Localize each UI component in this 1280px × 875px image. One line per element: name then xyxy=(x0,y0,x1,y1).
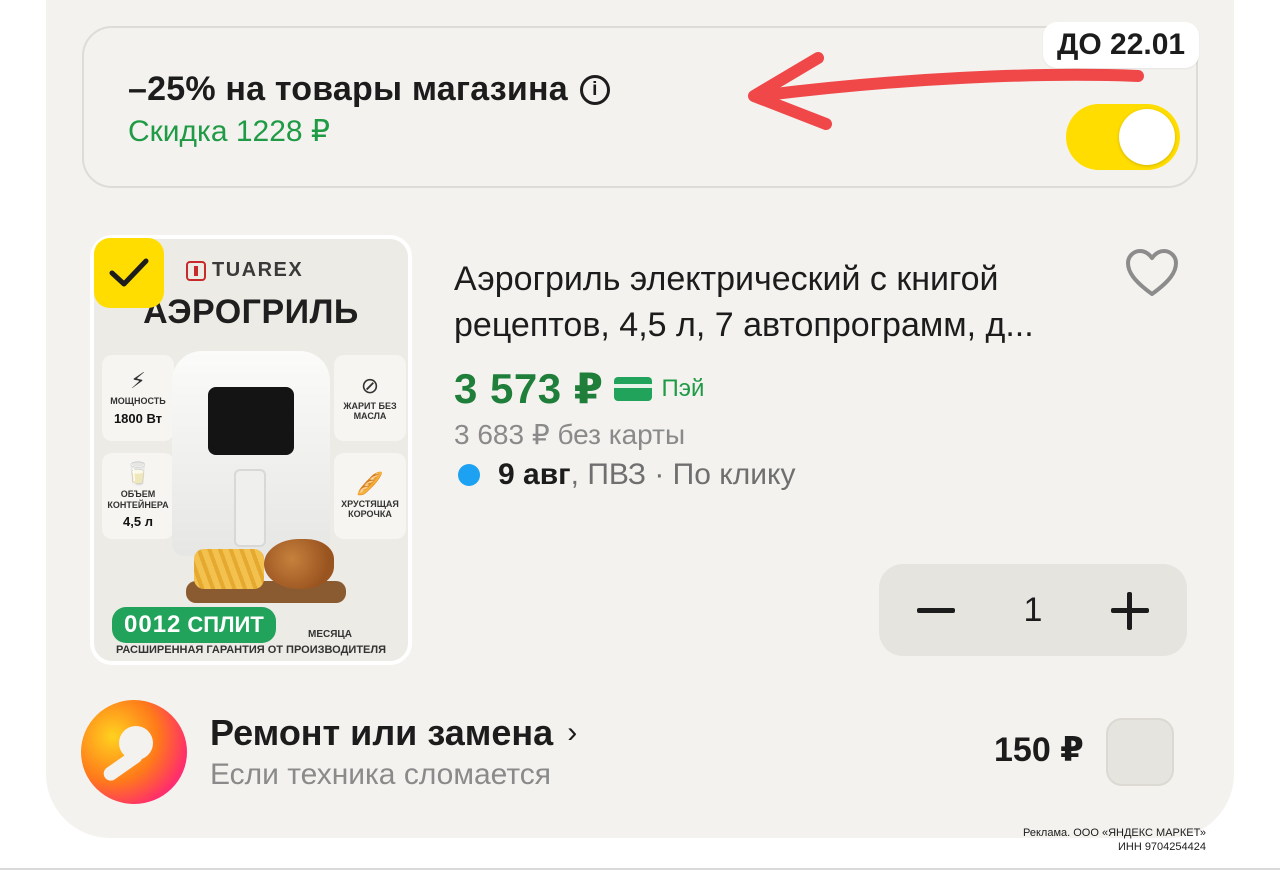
pay-label: Пэй xyxy=(661,374,705,402)
brand-mark-icon xyxy=(186,260,206,281)
payment-card-icon xyxy=(613,376,652,401)
quantity-stepper: 1 xyxy=(879,564,1187,656)
service-subtitle: Если техника сломается xyxy=(210,758,552,791)
split-badge: 0012 СПЛИТ xyxy=(112,607,276,643)
feature-volume: 🥛 ОБЪЕМ КОНТЕЙНЕРА 4,5 л xyxy=(102,453,174,539)
service-title-link[interactable]: Ремонт или замена › xyxy=(210,712,577,754)
promo-discount: Скидка 1228 ₽ xyxy=(128,115,331,148)
product-title[interactable]: Аэрогриль электрический с книгой рецепто… xyxy=(454,256,1104,348)
crust-icon: 🥖 xyxy=(356,470,384,496)
checkmark-icon xyxy=(109,258,149,287)
air-fryer-illustration xyxy=(172,351,330,556)
fryer-handle xyxy=(234,469,266,547)
lightning-icon: ⚡ xyxy=(130,368,146,394)
chicken-illustration xyxy=(264,539,334,589)
image-footer-warranty: РАСШИРЕННАЯ ГАРАНТИЯ ОТ ПРОИЗВОДИТЕЛЯ xyxy=(115,644,387,656)
price-row: 3 573 ₽ Пэй xyxy=(454,364,704,413)
fryer-control-panel xyxy=(208,387,294,455)
promo-title: –25% на товары магазина i xyxy=(128,70,610,109)
delivery-details: , ПВЗ · По клику xyxy=(570,458,796,491)
service-logo-icon xyxy=(81,700,187,804)
no-oil-icon: ⊘ xyxy=(360,372,380,398)
feature-crust: 🥖 ХРУСТЯЩАЯ КОРОЧКА xyxy=(334,453,406,539)
ad-disclaimer: Реклама. ООО «ЯНДЕКС МАРКЕТ» ИНН 9704254… xyxy=(1023,827,1206,853)
price-without-card: 3 683 ₽ без карты xyxy=(454,419,686,450)
promo-title-text: –25% на товары магазина xyxy=(128,70,568,108)
info-icon[interactable]: i xyxy=(579,74,610,105)
decrease-quantity-button[interactable] xyxy=(879,564,989,656)
bottom-divider xyxy=(0,868,1280,875)
promo-deadline-badge: ДО 22.01 xyxy=(1043,22,1200,68)
promo-toggle[interactable] xyxy=(1066,104,1180,170)
service-title: Ремонт или замена xyxy=(210,712,554,753)
delivery-date: 9 авг xyxy=(498,458,571,491)
quantity-value: 1 xyxy=(1023,591,1043,629)
select-item-checkbox[interactable] xyxy=(94,238,164,308)
image-footer-months: МЕСЯЦА xyxy=(308,629,352,640)
service-checkbox[interactable] xyxy=(1106,718,1174,786)
minus-icon xyxy=(917,608,955,613)
product-price: 3 573 ₽ xyxy=(454,365,604,412)
fries-illustration xyxy=(194,549,264,589)
service-price: 150 ₽ xyxy=(994,731,1084,769)
favorite-heart-icon[interactable] xyxy=(1124,247,1180,299)
feature-power: ⚡ МОЩНОСТЬ 1800 Вт xyxy=(102,355,174,441)
toggle-knob xyxy=(1119,109,1175,165)
increase-quantity-button[interactable] xyxy=(1077,564,1187,656)
delivery-status-dot xyxy=(458,464,480,486)
brand-name: TUAREX xyxy=(212,259,304,281)
chevron-right-icon: › xyxy=(567,716,578,749)
measuring-cup-icon: 🥛 xyxy=(124,461,152,487)
brand-logo: TUAREX xyxy=(186,259,303,282)
feature-no-oil: ⊘ ЖАРИТ БЕЗ МАСЛА xyxy=(334,355,406,441)
delivery-info: 9 авг, ПВЗ · По клику xyxy=(458,458,795,492)
plus-icon-vertical xyxy=(1127,592,1132,630)
